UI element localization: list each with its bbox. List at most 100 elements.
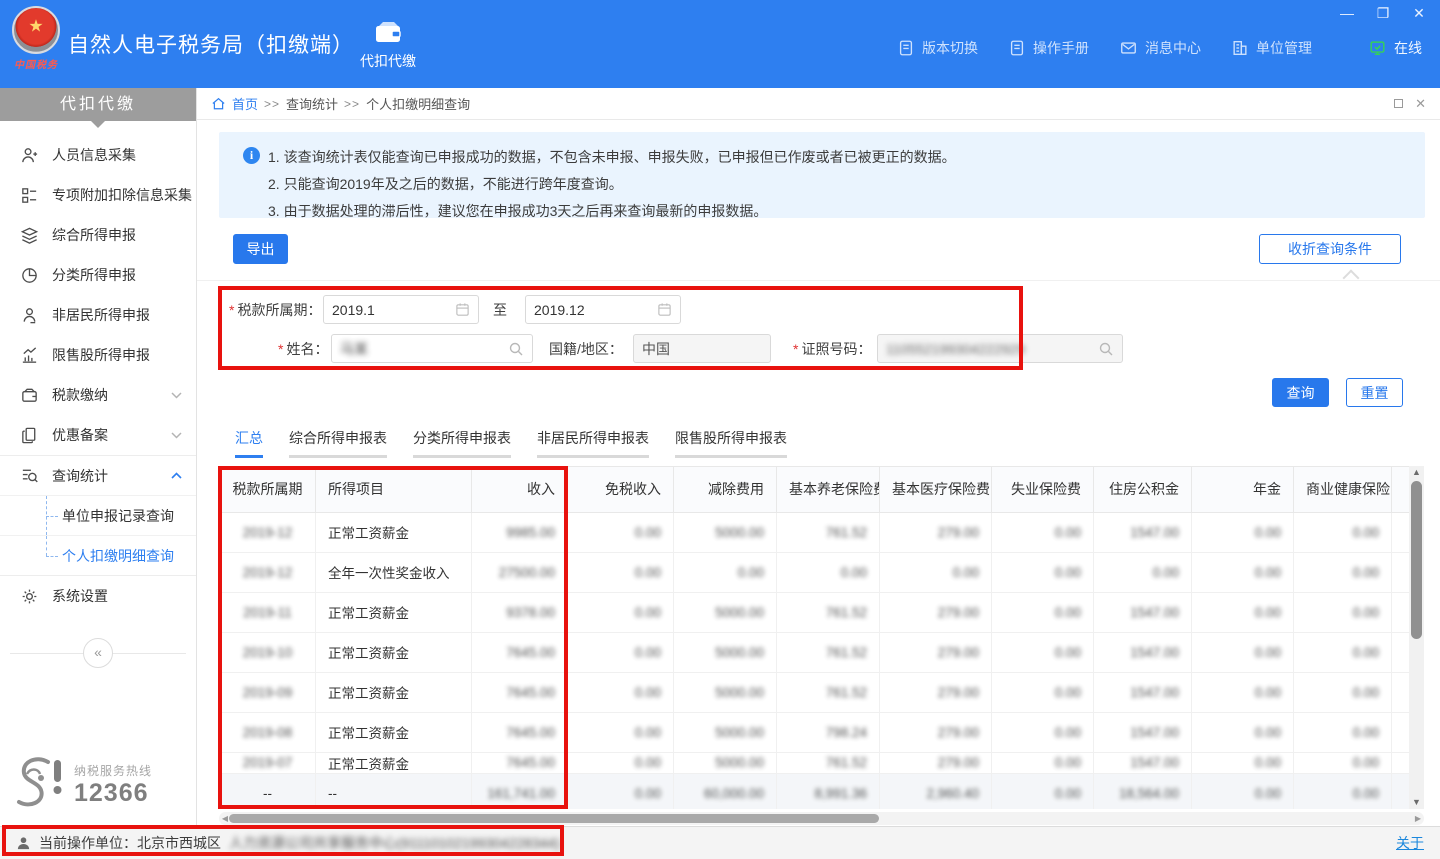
- table-cell: [1392, 752, 1410, 773]
- sidebar-item-personnel-info[interactable]: 人员信息采集: [0, 135, 196, 175]
- table-summary-row: ----161,741.000.0060,000.008,991.362,960…: [220, 773, 1410, 809]
- menu-unit-management[interactable]: 单位管理: [1231, 38, 1312, 58]
- reset-button[interactable]: 重置: [1346, 378, 1403, 407]
- query-statistics-submenu: 单位申报记录查询 个人扣缴明细查询: [0, 495, 196, 576]
- table-cell: 0.00: [992, 592, 1094, 632]
- nav-tab-label: 代扣代缴: [360, 51, 416, 71]
- column-header: 年金: [1192, 467, 1294, 512]
- sidebar-item-special-deduction[interactable]: 专项附加扣除信息采集: [0, 175, 196, 215]
- calendar-icon[interactable]: [657, 302, 672, 317]
- column-header: 所得项目: [316, 467, 472, 512]
- sidebar-item-nonresident-income[interactable]: 非居民所得申报: [0, 295, 196, 335]
- sidebar-item-tax-payment[interactable]: 税款缴纳: [0, 375, 196, 415]
- panel-close-icon[interactable]: ✕: [1415, 97, 1426, 110]
- vertical-scrollbar[interactable]: ▲ ▼: [1409, 466, 1424, 809]
- sidebar-item-restricted-shares[interactable]: 限售股所得申报: [0, 335, 196, 375]
- sidebar-item-query-statistics[interactable]: 查询统计: [0, 455, 196, 495]
- table-cell: 279.00: [880, 672, 992, 712]
- tab-summary[interactable]: 汇总: [235, 428, 263, 458]
- sidebar-subitem-label: 单位申报记录查询: [62, 508, 174, 524]
- wallet-icon: [20, 386, 39, 405]
- name-input[interactable]: 马某: [331, 334, 533, 363]
- period-from-input[interactable]: 2019.1: [323, 295, 479, 324]
- sidebar-header: 代扣代缴: [0, 88, 196, 121]
- restore-button[interactable]: ❐: [1372, 4, 1394, 22]
- scroll-down-arrow-icon[interactable]: ▼: [1409, 796, 1424, 809]
- pages-icon: [20, 426, 39, 445]
- table-cell: 1547.00: [1094, 592, 1192, 632]
- breadcrumb-level1: 查询统计: [286, 94, 338, 113]
- sidebar-subitem-personal-withholding-detail-query[interactable]: 个人扣缴明细查询: [0, 535, 196, 575]
- table-cell: 279.00: [880, 712, 992, 752]
- table-cell: 2019-12: [220, 512, 316, 552]
- column-header: 减除费用: [674, 467, 777, 512]
- scroll-right-arrow-icon[interactable]: ▶: [1412, 812, 1424, 825]
- tab-classified-income[interactable]: 分类所得申报表: [413, 428, 511, 458]
- gear-icon: [20, 587, 39, 606]
- scroll-up-arrow-icon[interactable]: ▲: [1409, 466, 1424, 479]
- period-from-value: 2019.1: [332, 302, 375, 318]
- chevron-down-icon: [171, 432, 182, 439]
- panel-restore-icon[interactable]: [1394, 99, 1403, 108]
- period-to-input[interactable]: 2019.12: [525, 295, 681, 324]
- document-icon: [897, 39, 915, 57]
- sidebar-item-classified-income[interactable]: 分类所得申报: [0, 255, 196, 295]
- table-cell: 0.00: [1294, 773, 1392, 809]
- mail-icon: [1119, 39, 1138, 57]
- required-mark: *: [793, 341, 798, 357]
- wallet-icon: [373, 19, 403, 45]
- online-status[interactable]: 在线: [1368, 38, 1422, 58]
- vertical-scroll-thumb[interactable]: [1411, 481, 1422, 639]
- horizontal-scroll-thumb[interactable]: [229, 814, 879, 823]
- horizontal-scrollbar[interactable]: ◀ ▶: [219, 812, 1424, 825]
- menu-version-switch[interactable]: 版本切换: [897, 38, 978, 58]
- collapse-query-button[interactable]: 收折查询条件: [1259, 234, 1401, 264]
- sidebar-item-label: 优惠备案: [52, 425, 108, 445]
- hotline-logo-icon: [14, 754, 66, 816]
- table-header-row: 税款所属期所得项目收入免税收入减除费用基本养老保险费基本医疗保险费失业保险费住房…: [220, 467, 1410, 512]
- table-cell: 0.00: [1192, 632, 1294, 672]
- online-monitor-icon: [1368, 39, 1387, 57]
- sidebar-item-system-settings[interactable]: 系统设置: [0, 576, 196, 616]
- id-number-input[interactable]: 110552199304222929: [877, 334, 1123, 363]
- table-cell: [1392, 773, 1410, 809]
- export-button[interactable]: 导出: [233, 234, 288, 264]
- tab-restricted-shares[interactable]: 限售股所得申报表: [675, 428, 787, 458]
- sidebar-subitem-label: 个人扣缴明细查询: [62, 548, 174, 564]
- sidebar-item-label: 非居民所得申报: [52, 305, 150, 325]
- nationality-label: 国籍/地区：: [549, 334, 623, 363]
- nav-tab-daikou-daijiao[interactable]: 代扣代缴: [348, 14, 428, 76]
- info-icon: i: [243, 147, 260, 164]
- sidebar-subitem-unit-declare-record-query[interactable]: 单位申报记录查询: [0, 495, 196, 535]
- table-cell: 279.00: [880, 592, 992, 632]
- table-cell: 8,991.36: [777, 773, 880, 809]
- person-plus-icon: [20, 146, 39, 165]
- sidebar-item-comprehensive-income[interactable]: 综合所得申报: [0, 215, 196, 255]
- notice-line-2: 2. 只能查询2019年及之后的数据，不能进行跨年度查询。: [268, 171, 956, 198]
- table-cell: 0.00: [992, 632, 1094, 672]
- notice-line-3: 3. 由于数据处理的滞后性，建议您在申报成功3天之后再来查询最新的申报数据。: [268, 198, 956, 225]
- minimize-button[interactable]: —: [1336, 4, 1358, 22]
- table-cell: 正常工资薪金: [316, 712, 472, 752]
- table-cell: 0.00: [1294, 752, 1392, 773]
- menu-message-center[interactable]: 消息中心: [1119, 38, 1201, 58]
- table-cell: 0.00: [992, 672, 1094, 712]
- tab-comprehensive-income[interactable]: 综合所得申报表: [289, 428, 387, 458]
- table-cell: 761.52: [777, 592, 880, 632]
- close-button[interactable]: ✕: [1408, 4, 1430, 22]
- tab-nonresident-income[interactable]: 非居民所得申报表: [537, 428, 649, 458]
- table-cell: 761.52: [777, 632, 880, 672]
- table-cell: 1547.00: [1094, 672, 1192, 712]
- table-cell: 761.52: [777, 752, 880, 773]
- calendar-icon[interactable]: [455, 302, 470, 317]
- table-cell: 正常工资薪金: [316, 672, 472, 712]
- breadcrumb-home[interactable]: 首页: [232, 94, 258, 113]
- search-icon[interactable]: [1098, 341, 1114, 357]
- sidebar-item-preferential-filing[interactable]: 优惠备案: [0, 415, 196, 455]
- search-icon[interactable]: [508, 341, 524, 357]
- menu-manual[interactable]: 操作手册: [1008, 38, 1089, 58]
- about-link[interactable]: 关于: [1396, 833, 1424, 853]
- query-button[interactable]: 查询: [1272, 378, 1329, 407]
- table-cell: 2,960.40: [880, 773, 992, 809]
- sidebar-collapse-button[interactable]: «: [83, 638, 113, 668]
